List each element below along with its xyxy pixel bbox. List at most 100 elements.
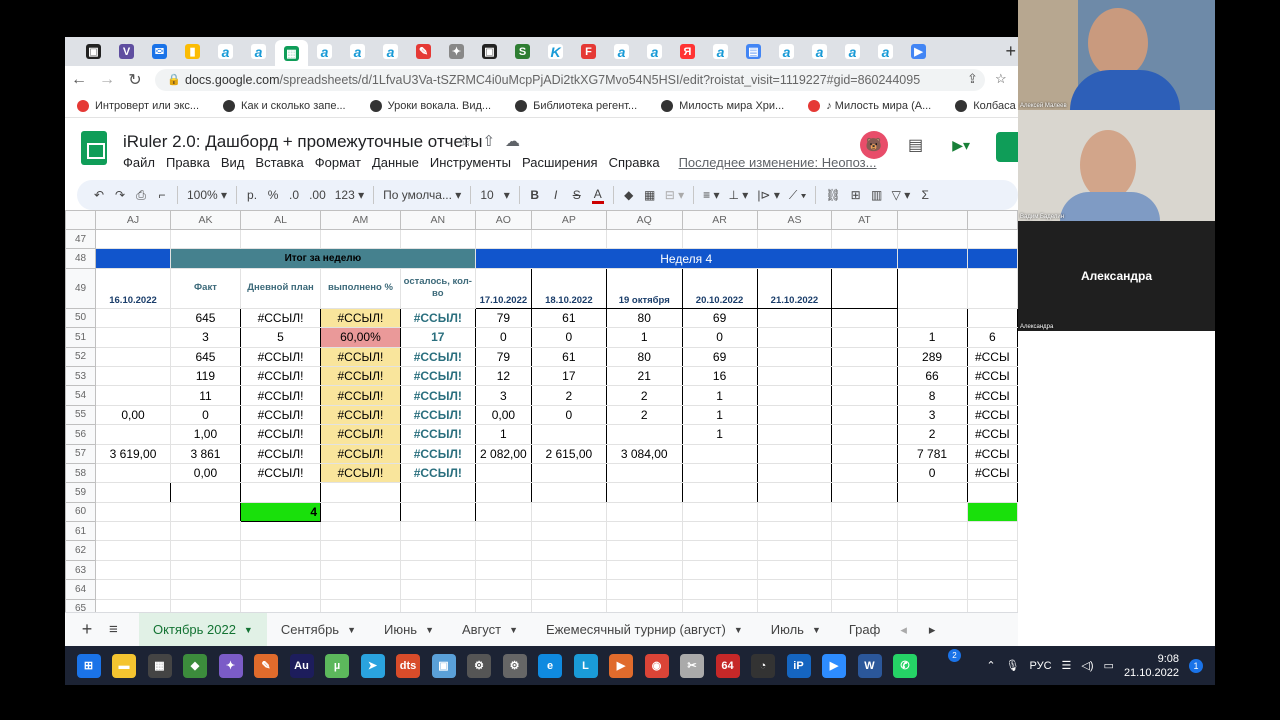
cell[interactable] — [169, 521, 241, 542]
bookmark-item[interactable]: Интроверт или экс... — [77, 99, 199, 112]
cell[interactable] — [831, 540, 898, 561]
cell[interactable] — [530, 598, 607, 612]
date-header[interactable]: 20.10.2022 — [681, 267, 758, 309]
zoom-select[interactable]: 100% ▾ — [187, 188, 227, 202]
row-header[interactable]: 57 — [65, 443, 97, 464]
cell[interactable] — [831, 365, 898, 387]
cell[interactable]: #ССЫ — [966, 443, 1018, 464]
functions-icon[interactable]: Σ — [919, 188, 931, 202]
cell[interactable] — [169, 579, 241, 600]
cell[interactable]: #ССЫЛ! — [399, 462, 476, 484]
cell[interactable]: 2 — [896, 424, 968, 445]
cell[interactable] — [896, 579, 968, 600]
cell[interactable]: 66 — [896, 365, 968, 387]
cell[interactable]: 0 — [530, 404, 607, 426]
cell[interactable]: 0 — [896, 462, 968, 484]
cell[interactable] — [966, 228, 1018, 250]
menu-item[interactable]: Правка — [166, 155, 210, 170]
cell[interactable]: #ССЫЛ! — [399, 404, 476, 426]
cell[interactable] — [474, 228, 532, 250]
last-edit-link[interactable]: Последнее изменение: Неопоз... — [679, 155, 877, 170]
cell[interactable] — [896, 228, 968, 250]
cell[interactable] — [399, 501, 476, 523]
cell[interactable] — [530, 579, 607, 600]
all-sheets-icon[interactable]: ≡ — [109, 621, 139, 638]
cell[interactable] — [320, 482, 401, 503]
cell[interactable]: #ССЫЛ! — [239, 385, 322, 406]
row-header[interactable]: 62 — [65, 540, 97, 561]
cell[interactable] — [95, 228, 171, 250]
cell[interactable]: 16 — [681, 365, 758, 387]
cell[interactable] — [681, 521, 758, 542]
comments-icon[interactable]: ▤ — [908, 135, 923, 155]
cell[interactable]: 3 084,00 — [605, 443, 683, 464]
link-icon[interactable]: ⛓ — [825, 188, 840, 202]
cell[interactable] — [681, 540, 758, 561]
caret-down-icon[interactable]: ▼ — [347, 625, 356, 635]
cell[interactable]: #ССЫ — [966, 365, 1018, 387]
cell[interactable] — [605, 482, 683, 503]
forward-icon[interactable]: → — [93, 71, 121, 89]
sheet-tab[interactable]: Июнь ▼ — [370, 613, 448, 646]
cell[interactable] — [966, 598, 1018, 612]
cell[interactable] — [831, 327, 898, 348]
column-header[interactable]: AT — [831, 210, 898, 230]
cell[interactable]: 69 — [681, 346, 758, 367]
cell[interactable] — [95, 579, 171, 600]
cell[interactable] — [399, 579, 476, 600]
language-indicator[interactable]: РУС — [1030, 660, 1052, 672]
cell[interactable]: 2 082,00 — [474, 443, 532, 464]
cell[interactable] — [399, 559, 476, 581]
date-header[interactable]: 16.10.2022 — [95, 267, 171, 309]
browser-tab[interactable]: a — [638, 41, 671, 63]
cell[interactable]: 645 — [169, 346, 241, 367]
browser-tab[interactable]: a — [605, 41, 638, 63]
paint-format-icon[interactable]: ⌐ — [156, 188, 168, 202]
share-page-icon[interactable]: ⇪ — [967, 71, 978, 87]
done-cell[interactable]: #ССЫЛ! — [320, 307, 401, 329]
cell[interactable] — [169, 540, 241, 561]
cell[interactable] — [474, 579, 532, 600]
add-sheet-icon[interactable]: + — [65, 619, 109, 640]
itog-header[interactable]: Итог за неделю — [169, 248, 476, 269]
cell[interactable] — [756, 327, 833, 348]
cell[interactable]: 1 — [681, 424, 758, 445]
anonymous-avatar-icon[interactable]: 🐻 — [860, 131, 888, 159]
dts-icon[interactable]: dts — [396, 653, 420, 678]
cell[interactable] — [681, 559, 758, 581]
cell[interactable] — [320, 540, 401, 561]
valign-icon[interactable]: ⊥ ▾ — [729, 188, 749, 202]
cell[interactable] — [966, 559, 1018, 581]
cell[interactable]: 0,00 — [474, 404, 532, 426]
cell[interactable]: 5 — [239, 327, 322, 348]
row-header[interactable]: 53 — [65, 365, 97, 387]
row-header[interactable]: 47 — [65, 228, 97, 250]
cell[interactable]: 69 — [681, 307, 758, 329]
cell[interactable] — [966, 248, 1018, 269]
back-icon[interactable]: ← — [65, 71, 93, 89]
cell[interactable] — [320, 521, 401, 542]
plan-header[interactable]: Дневной план — [239, 267, 322, 309]
cell[interactable] — [95, 559, 171, 581]
after-effects-icon[interactable]: Au — [289, 653, 314, 678]
cell[interactable] — [399, 482, 476, 503]
number-format-select[interactable]: 123 ▾ — [335, 188, 364, 202]
week-header[interactable]: Неделя 4 — [474, 248, 898, 269]
document-title[interactable]: iRuler 2.0: Дашборд + промежуточные отче… — [123, 132, 482, 152]
cell[interactable]: 17 — [399, 327, 476, 348]
currency-button[interactable]: р. — [246, 188, 258, 202]
cell[interactable] — [474, 540, 532, 561]
player-icon[interactable]: ▶ — [609, 653, 633, 678]
battery-icon[interactable]: ▭ — [1104, 659, 1114, 672]
cell[interactable]: 1,00 — [169, 424, 241, 445]
cell[interactable] — [756, 365, 833, 387]
ip-icon[interactable]: iP — [786, 653, 811, 678]
cell[interactable]: 2 — [530, 385, 607, 406]
cell[interactable] — [530, 462, 607, 484]
cell[interactable] — [681, 579, 758, 600]
cell[interactable] — [239, 228, 322, 250]
bookmark-item[interactable]: Как и сколько запе... — [223, 99, 346, 112]
browser-tab[interactable]: a — [836, 41, 869, 63]
percent-button[interactable]: % — [267, 188, 279, 202]
cell[interactable]: 79 — [474, 346, 532, 367]
